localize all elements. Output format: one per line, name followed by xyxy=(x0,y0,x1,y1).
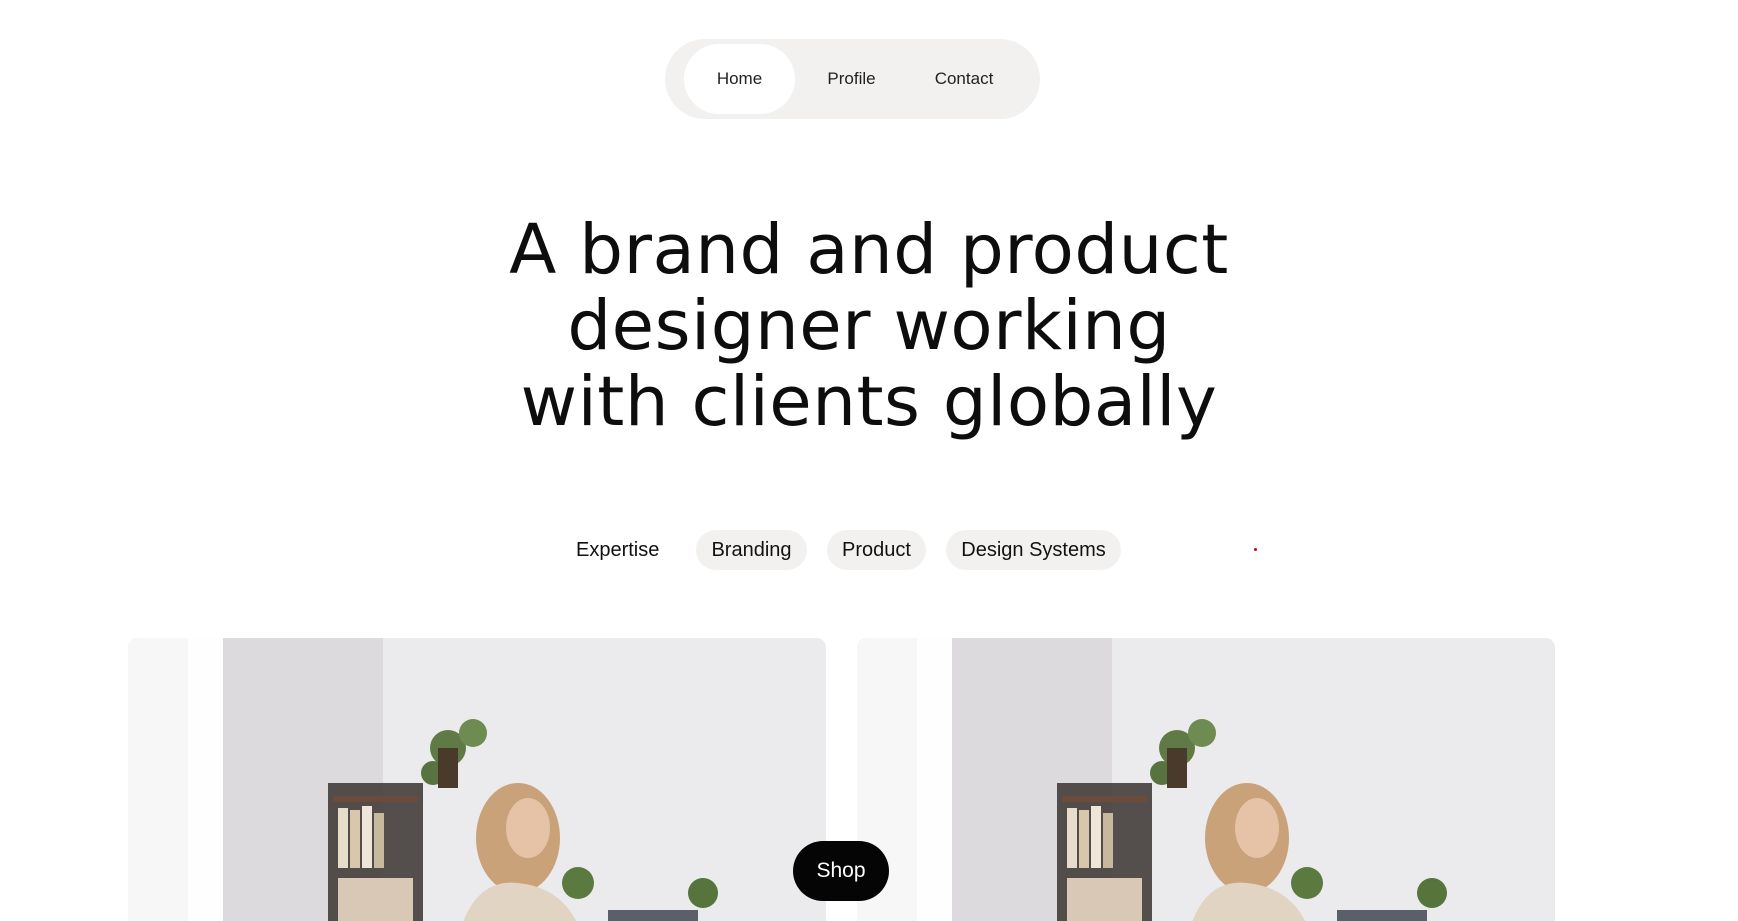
workspace-photo xyxy=(128,638,826,921)
top-nav: Home Profile Contact xyxy=(665,39,1040,119)
shop-button[interactable]: Shop xyxy=(793,841,889,901)
page: Home Profile Contact A brand and product… xyxy=(0,0,1738,921)
project-image-right[interactable] xyxy=(857,638,1555,921)
hero-line-1: A brand and product xyxy=(509,210,1229,290)
hero-heading: A brand and product designer working wit… xyxy=(0,212,1738,440)
nav-item-contact[interactable]: Contact xyxy=(908,44,1020,114)
expertise-label: Expertise xyxy=(576,539,660,561)
hero-line-2: designer working xyxy=(567,286,1171,366)
cursor-dot xyxy=(1254,548,1257,551)
tag-product[interactable]: Product xyxy=(827,530,926,570)
workspace-photo xyxy=(857,638,1555,921)
tag-design-systems[interactable]: Design Systems xyxy=(946,530,1121,570)
tag-branding[interactable]: Branding xyxy=(696,530,807,570)
nav-item-home[interactable]: Home xyxy=(684,44,795,114)
nav-item-profile[interactable]: Profile xyxy=(795,44,908,114)
project-image-left[interactable] xyxy=(128,638,826,921)
hero-line-3: with clients globally xyxy=(520,362,1218,442)
expertise-tags: Expertise Branding Product Design System… xyxy=(0,530,1738,570)
